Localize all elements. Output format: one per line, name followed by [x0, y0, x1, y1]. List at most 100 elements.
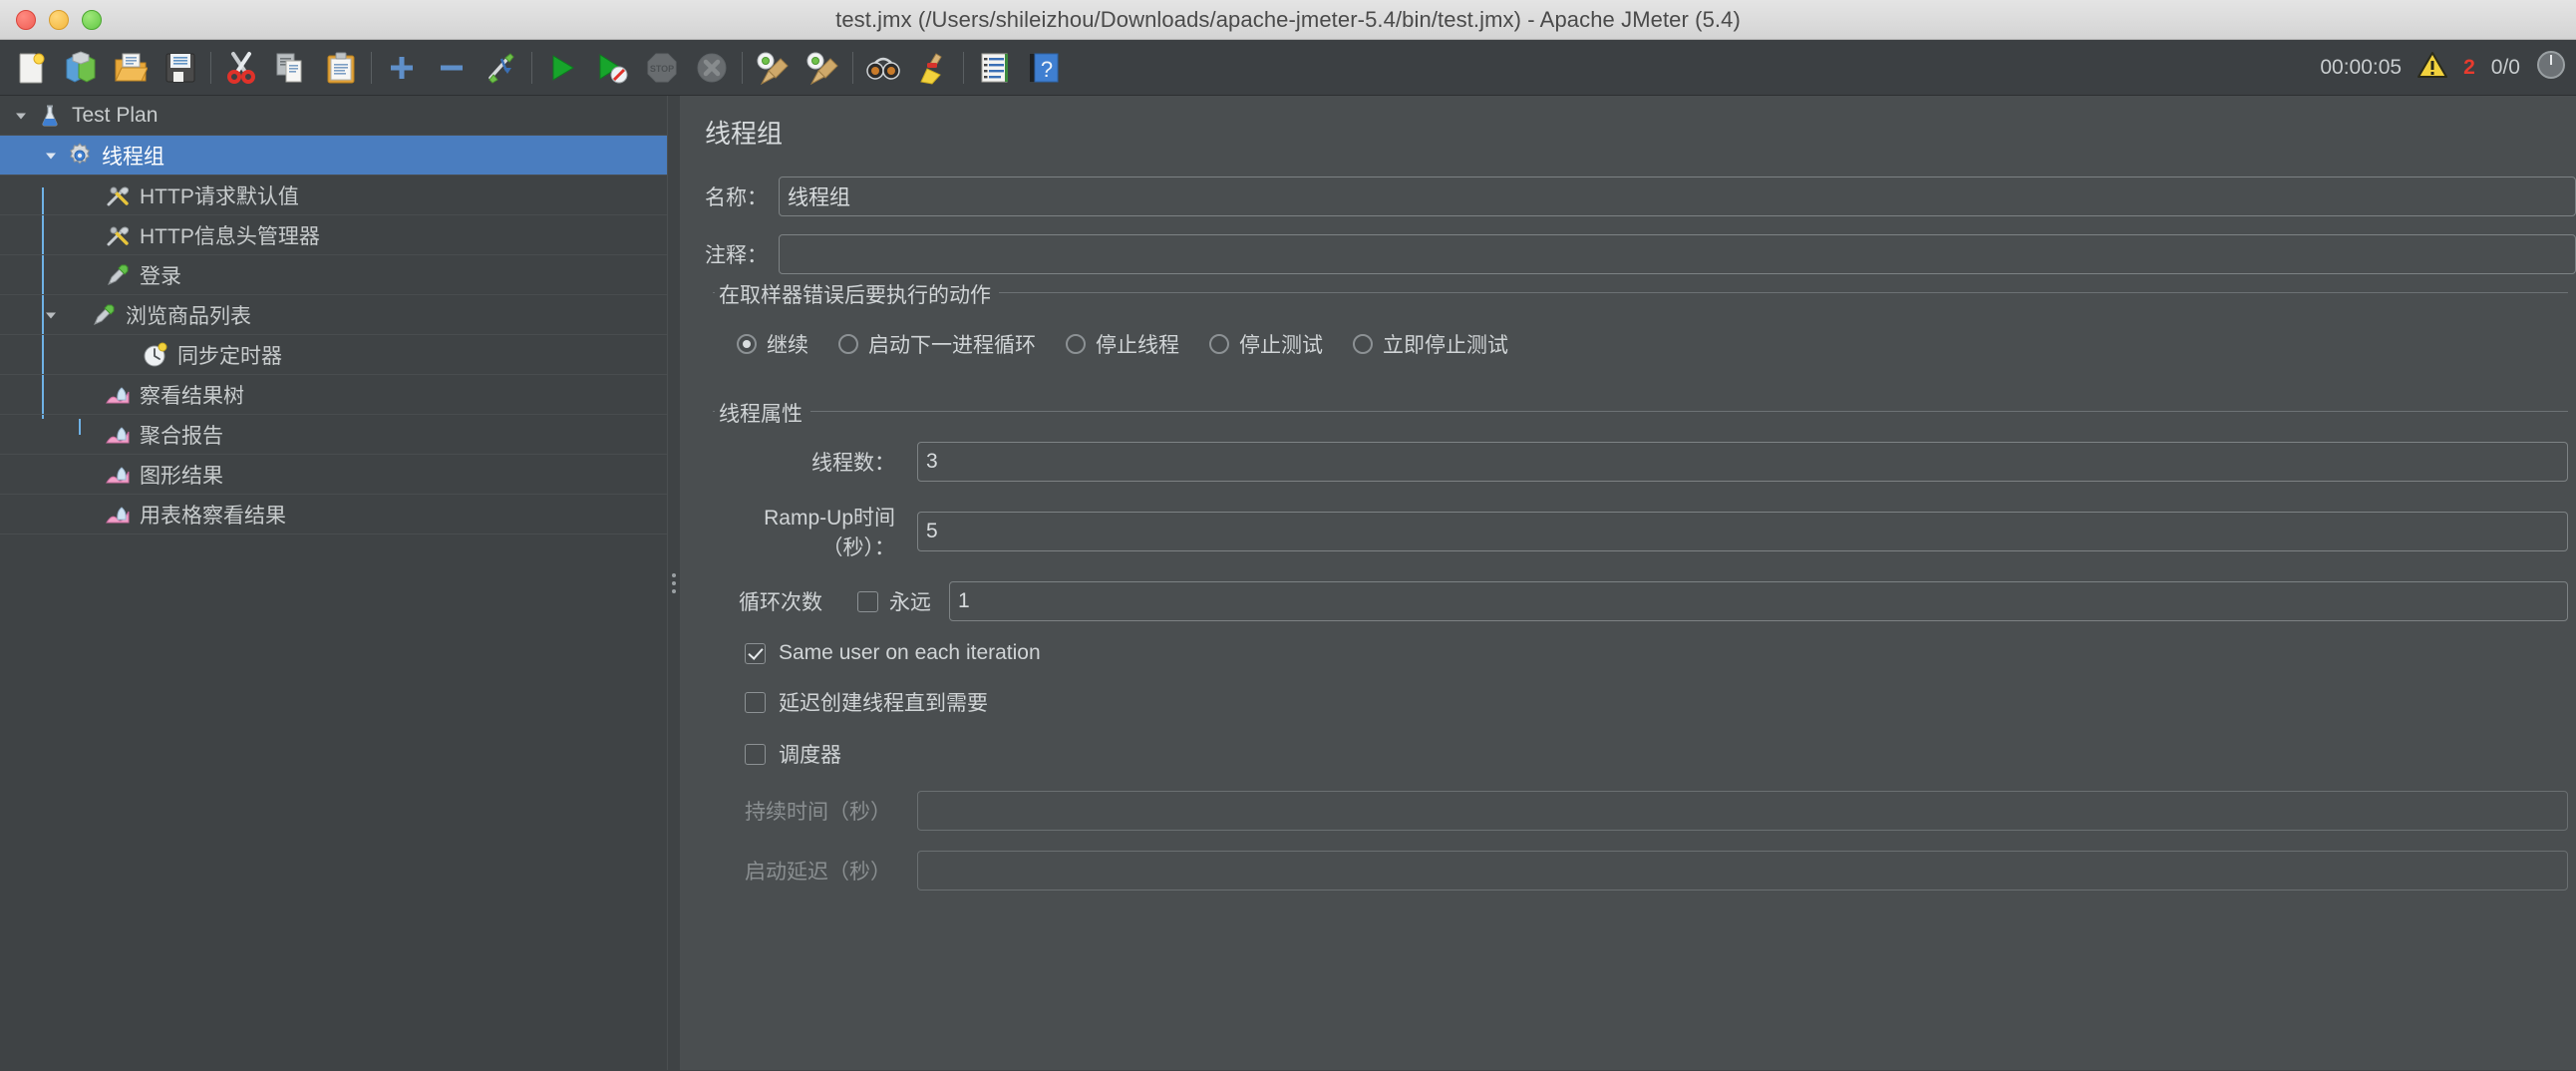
- listener-icon: [102, 422, 134, 448]
- radio-indicator[interactable]: [737, 334, 757, 354]
- tree-node-http-request-defaults[interactable]: HTTP请求默认值: [0, 176, 667, 215]
- tree-node-view-results-in-table[interactable]: 用表格察看结果: [0, 495, 667, 535]
- copy-icon[interactable]: [266, 43, 316, 93]
- tree-node-test-plan[interactable]: Test Plan: [0, 96, 667, 136]
- save-icon[interactable]: [156, 43, 205, 93]
- expand-all-icon[interactable]: [377, 43, 427, 93]
- shutdown-icon[interactable]: [687, 43, 737, 93]
- loop-count-row: 循环次数 永远: [713, 581, 2568, 621]
- loop-count-input[interactable]: [949, 581, 2568, 621]
- tree-node-thread-group[interactable]: 线程组: [0, 136, 667, 176]
- tree-node-browse-product-list-sampler[interactable]: 浏览商品列表: [0, 295, 667, 335]
- tree-node-http-header-manager[interactable]: HTTP信息头管理器: [0, 215, 667, 255]
- tree-node-label: 线程组: [102, 145, 164, 169]
- listener-icon: [102, 382, 134, 408]
- panel-splitter[interactable]: [667, 96, 681, 1070]
- radio-label: 停止测试: [1239, 334, 1323, 357]
- radio-label: 启动下一进程循环: [868, 334, 1036, 357]
- on-sampler-error-group: 在取样器错误后要执行的动作 继续 启动下一进程循环 停止线程 停止测试 立即停止…: [713, 279, 2568, 377]
- warning-count[interactable]: 2: [2463, 56, 2475, 80]
- radio-start-next-loop[interactable]: 启动下一进程循环: [838, 329, 1036, 359]
- radio-indicator[interactable]: [1209, 334, 1229, 354]
- expander-down-icon[interactable]: [38, 149, 64, 163]
- close-button[interactable]: [16, 9, 36, 30]
- minimize-button[interactable]: [49, 9, 69, 30]
- sampler-icon: [102, 262, 134, 288]
- listener-icon: [102, 502, 134, 528]
- delayed-thread-creation-checkbox[interactable]: 延迟创建线程直到需要: [713, 687, 2568, 717]
- tree-node-label: 浏览商品列表: [126, 304, 251, 328]
- warning-triangle-icon[interactable]: [2417, 51, 2448, 85]
- new-icon[interactable]: [6, 43, 56, 93]
- sampler-icon: [88, 302, 120, 328]
- tree-node-label: 察看结果树: [140, 384, 244, 408]
- expander-down-icon[interactable]: [8, 109, 34, 123]
- toolbar-separator: [963, 51, 964, 84]
- on-sampler-error-radio-group[interactable]: 继续 启动下一进程循环 停止线程 停止测试 立即停止测试: [713, 315, 2568, 367]
- toolbar-separator: [371, 51, 372, 84]
- main-split: Test Plan 线程组 HTTP请求默认值 HTTP信息头管理器 登录 浏览…: [0, 96, 2576, 1070]
- search-icon[interactable]: [858, 43, 908, 93]
- thread-properties-group-title: 线程属性: [715, 398, 810, 428]
- expander-down-icon[interactable]: [38, 308, 64, 322]
- start-icon[interactable]: [537, 43, 587, 93]
- ramp-up-input[interactable]: [917, 512, 2568, 551]
- test-plan-tree[interactable]: Test Plan 线程组 HTTP请求默认值 HTTP信息头管理器 登录 浏览…: [0, 96, 667, 1070]
- num-threads-input[interactable]: [917, 442, 2568, 482]
- scheduler-checkbox[interactable]: 调度器: [713, 739, 2568, 769]
- startup-delay-input[interactable]: [917, 851, 2568, 891]
- checkbox-indicator[interactable]: [745, 743, 766, 765]
- radio-indicator[interactable]: [1066, 334, 1086, 354]
- paste-icon[interactable]: [316, 43, 366, 93]
- listener-icon: [102, 462, 134, 488]
- function-helper-icon[interactable]: [969, 43, 1019, 93]
- forever-checkbox[interactable]: 永远: [857, 586, 931, 616]
- on-sampler-error-group-title: 在取样器错误后要执行的动作: [715, 279, 999, 309]
- radio-indicator[interactable]: [838, 334, 858, 354]
- checkbox-indicator[interactable]: [745, 691, 766, 713]
- collapse-all-icon[interactable]: [427, 43, 477, 93]
- radio-stop-test[interactable]: 停止测试: [1209, 329, 1323, 359]
- checkbox-indicator[interactable]: [857, 590, 878, 612]
- toolbar-status-area: 00:00:05 2 0/0: [2320, 40, 2566, 96]
- stop-icon[interactable]: STOP: [637, 43, 687, 93]
- splitter-grip-icon: [672, 572, 676, 593]
- same-user-checkbox[interactable]: Same user on each iteration: [713, 641, 2568, 665]
- cut-icon[interactable]: [216, 43, 266, 93]
- tree-node-aggregate-report[interactable]: 聚合报告: [0, 415, 667, 455]
- tree-node-synchronizing-timer[interactable]: 同步定时器: [0, 335, 667, 375]
- num-threads-label: 线程数：: [811, 452, 895, 475]
- thread-group-icon: [64, 142, 96, 169]
- name-input[interactable]: [779, 177, 2576, 216]
- tree-node-login-sampler[interactable]: 登录: [0, 255, 667, 295]
- tree-node-graph-results[interactable]: 图形结果: [0, 455, 667, 495]
- radio-stop-thread[interactable]: 停止线程: [1066, 329, 1179, 359]
- checkbox-indicator[interactable]: [745, 642, 766, 664]
- tree-node-view-results-tree[interactable]: 察看结果树: [0, 375, 667, 415]
- page-title: 线程组: [705, 119, 784, 149]
- comment-input[interactable]: [779, 234, 2576, 274]
- start-no-pauses-icon[interactable]: [587, 43, 637, 93]
- radio-stop-test-now[interactable]: 立即停止测试: [1353, 329, 1508, 359]
- clear-all-icon[interactable]: [798, 43, 847, 93]
- tree-node-label: 登录: [140, 264, 181, 288]
- templates-icon[interactable]: [56, 43, 106, 93]
- elapsed-time: 00:00:05: [2320, 56, 2403, 79]
- duration-row: 持续时间（秒）: [713, 791, 2568, 831]
- num-threads-row: 线程数：: [713, 442, 2568, 482]
- zoom-button[interactable]: [82, 9, 102, 30]
- toggle-icon[interactable]: [477, 43, 526, 93]
- radio-indicator[interactable]: [1353, 334, 1373, 354]
- help-icon[interactable]: ?: [1019, 43, 1069, 93]
- thread-group-editor: 线程组 名称： 注释： 在取样器错误后要执行的动作 继续 启动下一进程循环: [681, 96, 2576, 1070]
- config-element-icon: [102, 222, 134, 248]
- tree-node-label: Test Plan: [72, 103, 159, 127]
- open-icon[interactable]: [106, 43, 156, 93]
- duration-input[interactable]: [917, 791, 2568, 831]
- clear-icon[interactable]: [748, 43, 798, 93]
- same-user-label: Same user on each iteration: [779, 641, 1041, 664]
- reset-search-icon[interactable]: [908, 43, 958, 93]
- window-controls[interactable]: [0, 9, 102, 30]
- ramp-up-row: Ramp-Up时间（秒）：: [713, 502, 2568, 561]
- radio-continue[interactable]: 继续: [737, 329, 808, 359]
